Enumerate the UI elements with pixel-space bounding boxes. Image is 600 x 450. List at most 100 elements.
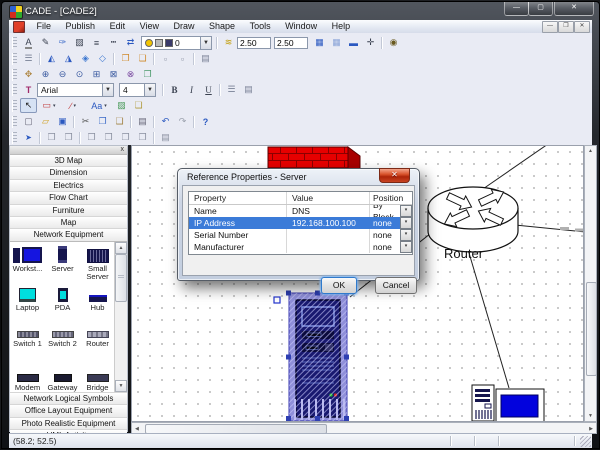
rotate-left-button[interactable]: ◈ [77,51,94,66]
paragraph-button[interactable]: ☰ [223,82,240,97]
zoom-in-button[interactable]: ⊕ [37,67,54,82]
palette-scrollbar[interactable]: ▲ ▼ [114,242,127,392]
print-button[interactable]: ▤ [134,114,151,129]
table-row-name[interactable]: Name DNS By Block ▾ [189,205,412,217]
mirror-horizontal-button[interactable]: ◮ [60,51,77,66]
stamp-6-button[interactable]: ❒ [134,130,151,145]
ungroup-button[interactable]: ▫ [174,51,191,66]
category-map[interactable]: Map [10,217,127,229]
connector-button[interactable]: ⇄ [122,35,139,50]
palette-item-server[interactable]: Server [45,245,80,274]
palette-item-gateway[interactable]: Gateway [45,364,80,393]
dialog-close-button[interactable]: ✕ [379,168,410,183]
dialog-title[interactable]: Reference Properties - Server [187,172,307,182]
font-color-button[interactable]: A [20,35,37,50]
toolbar-grip[interactable] [12,69,17,81]
pan-button[interactable]: ✥ [20,67,37,82]
layer-select[interactable]: 0 ▼ [141,36,212,50]
position-dropdown-button[interactable]: ▾ [400,217,412,229]
anchor-point[interactable] [274,297,280,303]
ruler-toggle-button[interactable]: ▬ [345,35,362,50]
palette-item-hub[interactable]: Hub [80,284,115,313]
stamp-3-button[interactable]: ❒ [83,130,100,145]
font-name-dropdown-icon[interactable]: ▼ [102,84,113,96]
toolbar-grip[interactable] [12,37,17,49]
layer-dropdown-icon[interactable]: ▼ [200,37,211,49]
scroll-right-icon[interactable]: ▶ [589,426,593,432]
palette-item-laptop[interactable]: Laptop [10,284,45,313]
scroll-down-icon[interactable]: ▼ [115,380,127,392]
category-flow-chart[interactable]: Flow Chart [10,192,127,204]
line-tool-button[interactable]: ∕▾ [61,98,85,113]
category-electrics[interactable]: Electrics [10,180,127,192]
cancel-button[interactable]: Cancel [375,277,417,294]
position-dropdown-button[interactable]: ▾ [400,229,412,241]
palette-item-workstation[interactable]: Workst... [10,245,45,274]
align-button[interactable]: ☰ [20,51,37,66]
redo-button[interactable]: ↷ [174,114,191,129]
move-origin-button[interactable]: ✛ [362,35,379,50]
stamp-properties-button[interactable]: ▤ [157,130,174,145]
link-router-up[interactable] [480,146,548,191]
mirror-vertical-button[interactable]: ◭ [43,51,60,66]
text-style-button[interactable]: T [20,82,37,97]
stamp-5-button[interactable]: ❒ [117,130,134,145]
link-router-right[interactable] [515,225,584,232]
palette-item-router[interactable]: Router [80,320,115,349]
zoom-selection-button[interactable]: ⊠ [105,67,122,82]
menu-edit[interactable]: Edit [104,20,132,33]
category-office-layout-equipment[interactable]: Office Layout Equipment [10,405,127,417]
table-row-manufacturer[interactable]: Manufacturer none ▾ [189,241,412,253]
position-dropdown-button[interactable]: ▾ [400,241,412,253]
font-size-select[interactable]: 4 ▼ [119,83,156,97]
table-row-serial-number[interactable]: Serial Number none ▾ [189,229,412,241]
category-dimension[interactable]: Dimension [10,167,127,179]
find-button[interactable]: ◉ [385,35,402,50]
palette-item-modem[interactable]: Modem [10,364,45,393]
cut-button[interactable]: ✂ [77,114,94,129]
palette-item-bridge[interactable]: Bridge [80,364,115,393]
mdi-restore-button[interactable]: ❐ [558,21,574,33]
layers-button[interactable]: ≋ [220,35,237,50]
snap-toggle-button[interactable]: ▦ [328,35,345,50]
grid-y-input[interactable] [274,37,308,49]
palette-item-pda[interactable]: PDA [45,284,80,313]
palette-item-small-server[interactable]: Small Server [80,245,115,282]
menu-publish[interactable]: Publish [60,20,102,33]
font-name-select[interactable]: Arial ▼ [37,83,114,97]
group-button[interactable]: ▫ [157,51,174,66]
line-style-button[interactable]: ┅ [105,35,122,50]
grid-x-input[interactable] [237,37,271,49]
toolbar-grip[interactable] [12,100,17,112]
title-bar[interactable]: CADE - [CADE2] — ▢ ✕ [2,2,599,20]
image-tool-button[interactable]: ▨ [113,98,130,113]
router-shape[interactable] [428,185,518,252]
scroll-up-icon[interactable]: ▲ [585,148,596,154]
line-weight-button[interactable]: ≡ [88,35,105,50]
text-properties-button[interactable]: ▤ [240,82,257,97]
zoom-page-button[interactable]: ⊙ [71,67,88,82]
hatch-style-button[interactable]: ▨ [71,35,88,50]
server-rack-shape[interactable] [274,291,349,422]
pen-style-button[interactable]: ✎ [37,35,54,50]
category-network-equipment[interactable]: Network Equipment [10,229,127,241]
pointer-mode-button[interactable]: ➤ [20,130,37,145]
toolbar-grip[interactable] [12,116,17,128]
toolbar-grip[interactable] [12,132,17,144]
position-dropdown-button[interactable]: ▾ [400,205,412,217]
canvas-vscrollbar[interactable]: ▲ ▼ [584,145,597,422]
stamp-2-button[interactable]: ❒ [60,130,77,145]
zoom-out-button[interactable]: ⊖ [54,67,71,82]
copy-button[interactable]: ❐ [94,114,111,129]
scroll-down-icon[interactable]: ▼ [585,413,596,419]
paste-button[interactable]: ❑ [111,114,128,129]
zoom-extents-button[interactable]: ⊞ [88,67,105,82]
menu-window[interactable]: Window [279,20,323,33]
mdi-close-button[interactable]: ✕ [574,21,590,33]
palette-scrollbar-thumb[interactable] [115,254,127,302]
shape-properties-button[interactable]: ▤ [197,51,214,66]
send-to-back-button[interactable]: ❏ [134,51,151,66]
help-button[interactable]: ? [197,114,214,129]
table-row-ip-address[interactable]: IP Address 192.168.100.100 none ▾ [189,217,412,229]
menu-help[interactable]: Help [326,20,357,33]
